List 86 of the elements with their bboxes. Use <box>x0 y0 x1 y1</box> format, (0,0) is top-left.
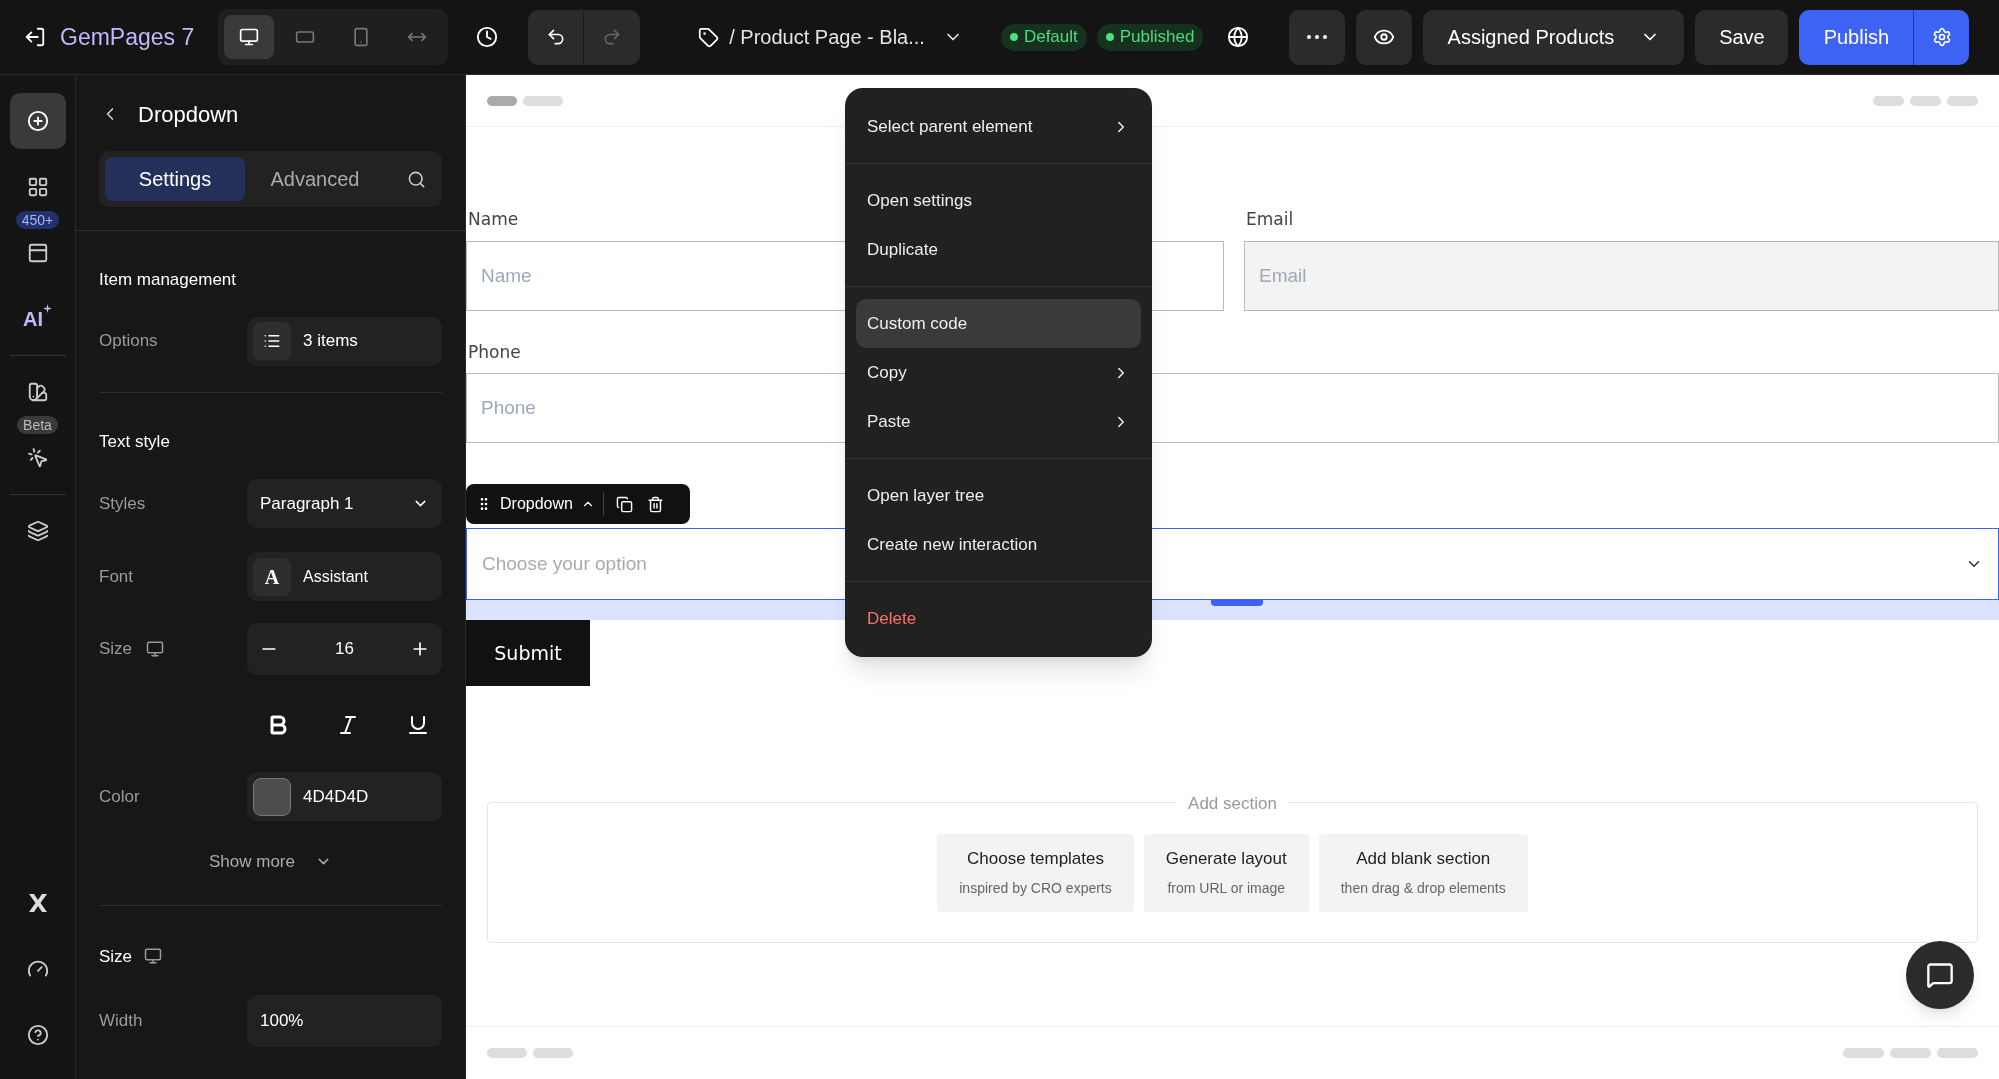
submit-button[interactable]: Submit <box>466 620 590 686</box>
section-heading: Text style <box>99 431 170 451</box>
skeleton-pill <box>1843 1048 1884 1058</box>
field-label: Options <box>99 330 158 353</box>
swatch-icon <box>26 381 49 403</box>
settings-icon <box>1931 27 1952 47</box>
menu-item[interactable]: Select parent element <box>856 102 1141 151</box>
desktop-icon <box>239 27 260 47</box>
field-label: Width <box>99 1010 143 1033</box>
skeleton-pill <box>1873 95 1904 106</box>
skeleton-pill <box>1947 95 1978 106</box>
rail-badge: Beta <box>17 416 58 434</box>
desktop-icon <box>146 640 165 658</box>
skeleton-pill <box>487 1048 527 1058</box>
rail-badge: 450+ <box>15 211 60 229</box>
font-dropdown[interactable]: A Assistant <box>247 552 442 601</box>
skeleton-pill <box>1910 95 1941 106</box>
rail-button[interactable] <box>9 93 66 149</box>
add-icon <box>26 110 49 132</box>
status-badge: Default <box>1000 23 1087 51</box>
section-heading: Item management <box>99 269 237 291</box>
size-stepper[interactable]: 16 <box>247 623 442 675</box>
section-heading: Size <box>99 945 133 968</box>
field-label: Size <box>99 638 133 661</box>
menu-item[interactable]: Duplicate <box>856 225 1141 274</box>
size-value: 16 <box>335 638 354 661</box>
styles-dropdown[interactable]: Paragraph 1 <box>247 479 442 528</box>
field-label: Phone <box>467 340 522 364</box>
help-icon <box>26 1024 49 1046</box>
menu-item[interactable]: Custom code <box>856 299 1141 348</box>
save-button[interactable]: Save <box>1695 9 1789 65</box>
layers-icon <box>26 520 49 542</box>
duplicate-icon[interactable] <box>615 495 633 513</box>
menu-item[interactable]: Open layer tree <box>856 471 1141 520</box>
ai-label: AI <box>23 304 52 334</box>
field-label: Name <box>467 208 520 231</box>
history-icon[interactable] <box>476 26 499 48</box>
template-icon <box>26 242 49 264</box>
add-section-option[interactable]: Generate layout from URL or image <box>1143 833 1309 912</box>
status-badge: Published <box>1096 23 1204 51</box>
element-name[interactable]: Dropdown <box>500 492 573 516</box>
field-label: Font <box>99 565 134 588</box>
add-section-option[interactable]: Add blank section then drag & drop elements <box>1318 833 1528 912</box>
list-icon <box>263 332 281 350</box>
show-more-button[interactable]: Show more <box>209 849 332 875</box>
tag-icon <box>698 26 720 48</box>
rail-button[interactable]: AI <box>9 291 66 347</box>
skeleton-pill <box>533 1048 573 1058</box>
desktop-icon <box>144 947 163 966</box>
chat-button[interactable] <box>1906 941 1974 1009</box>
chat-icon <box>1926 961 1954 989</box>
preview-button[interactable] <box>1356 9 1413 65</box>
font-glyph: A <box>253 557 291 596</box>
color-field[interactable]: 4D4D4D <box>247 772 442 821</box>
add-section-option[interactable]: Choose templates inspired by CRO experts <box>937 833 1134 912</box>
redo-icon <box>602 27 623 47</box>
more-icon <box>1307 35 1328 39</box>
undo-icon <box>545 27 566 47</box>
exit-icon[interactable] <box>24 26 46 48</box>
sparkle-icon <box>43 304 52 313</box>
search-icon[interactable] <box>407 169 426 189</box>
skeleton-pill <box>487 95 517 106</box>
options-field[interactable]: 3 items <box>247 316 442 366</box>
pointer-icon <box>26 447 49 469</box>
field-label: Email <box>1245 208 1295 231</box>
skeleton-pill <box>523 95 563 106</box>
underline-icon[interactable] <box>406 713 430 737</box>
brand-name: GemPages 7 <box>60 22 195 52</box>
skeleton-pill <box>1890 1048 1931 1058</box>
delete-icon[interactable] <box>646 495 664 513</box>
panel-title: Dropdown <box>138 100 239 129</box>
globe-icon[interactable] <box>1227 26 1250 48</box>
resize-handle[interactable] <box>1211 600 1263 606</box>
x-logo-icon <box>26 892 49 914</box>
elements-icon <box>26 176 49 198</box>
skeleton-pill <box>1937 1048 1978 1058</box>
assigned-products-dropdown[interactable]: Assigned Products <box>1423 9 1685 65</box>
menu-item[interactable]: Paste <box>856 397 1141 446</box>
device-mode-button[interactable] <box>224 15 275 59</box>
field-label: Color <box>99 785 140 808</box>
panel-tab[interactable]: Settings <box>105 157 245 201</box>
width-field[interactable]: 100% <box>247 995 442 1047</box>
field-label: Styles <box>99 492 146 515</box>
menu-item[interactable]: Open settings <box>856 176 1141 225</box>
panel-tab[interactable]: Advanced <box>245 157 385 201</box>
page-title-dropdown[interactable]: / Product Page - Bla... <box>729 22 963 52</box>
